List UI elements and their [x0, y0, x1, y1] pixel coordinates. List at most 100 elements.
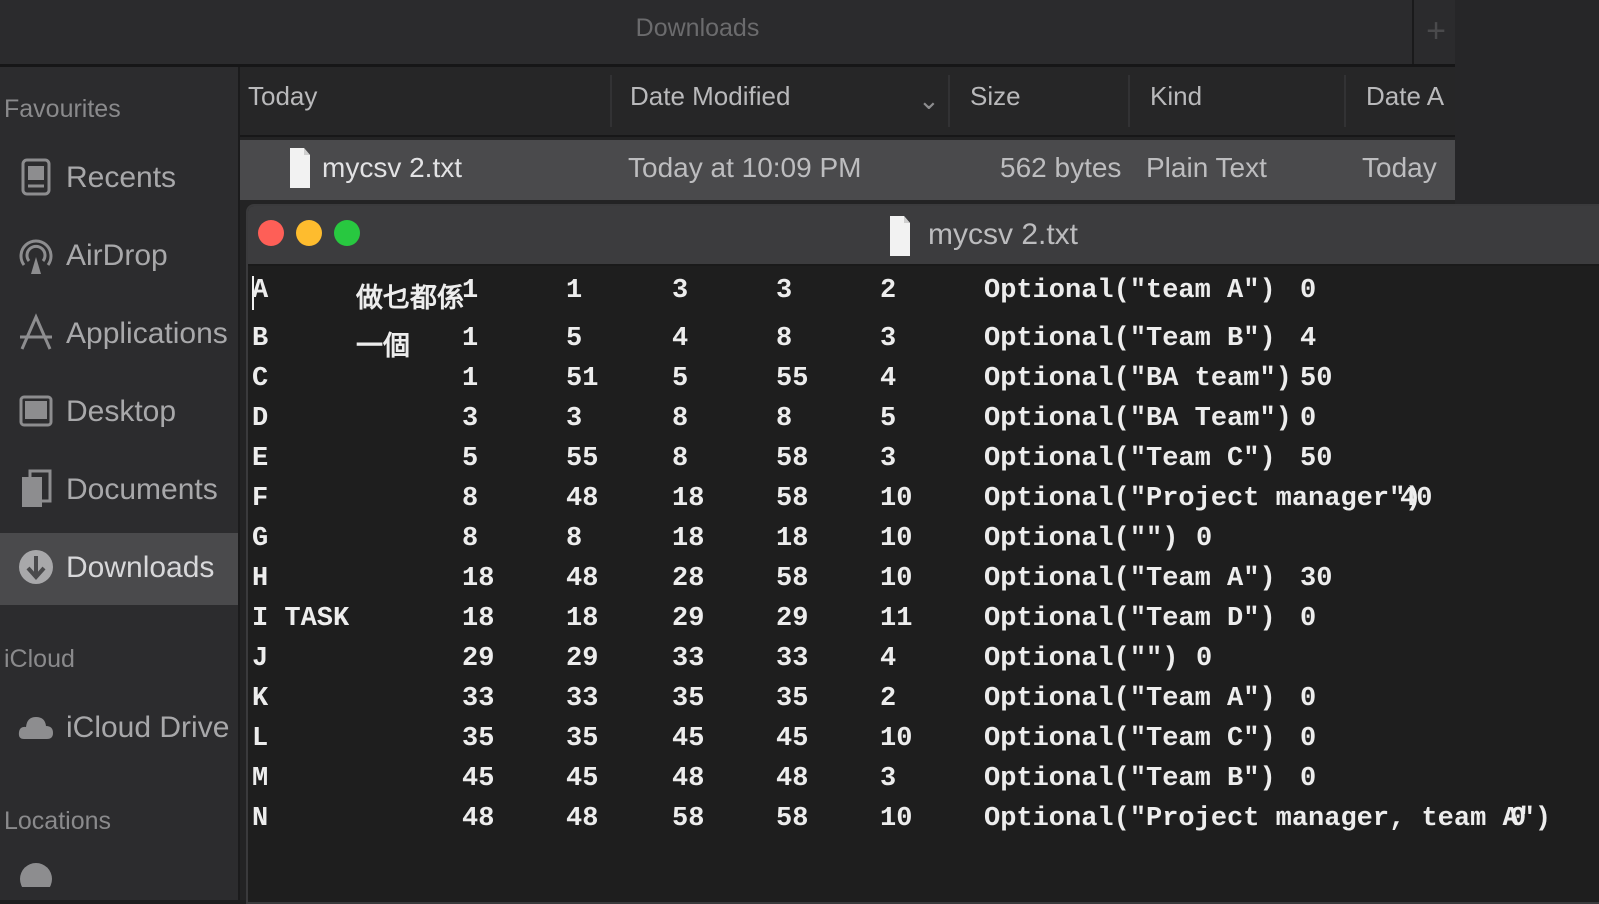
- column-divider[interactable]: [1128, 75, 1130, 127]
- file-row[interactable]: mycsv 2.txt Today at 10:09 PM 562 bytes …: [240, 140, 1455, 200]
- optional-value: Optional("Team A"): [984, 684, 1276, 714]
- cell-value: 35: [776, 684, 809, 714]
- optional-value: Optional("Team A"): [984, 564, 1276, 594]
- cell-value: 3: [880, 324, 897, 354]
- file-date-added: Today: [1362, 152, 1437, 183]
- finder-titlebar: Downloads +: [0, 0, 1455, 67]
- cell-value: 0: [1196, 524, 1213, 554]
- optional-value: Optional(""): [984, 644, 1179, 674]
- cell-value: 55: [776, 364, 809, 394]
- airdrop-icon: [19, 239, 53, 274]
- column-divider[interactable]: [1344, 75, 1346, 127]
- sidebar-heading-favourites: Favourites: [4, 95, 121, 123]
- cell-value: 3: [880, 444, 897, 474]
- cell-value: 做乜都係: [356, 286, 464, 316]
- cell-value: 35: [566, 724, 599, 754]
- cell-value: 35: [462, 724, 495, 754]
- cell-value: 48: [566, 484, 599, 514]
- zoom-button[interactable]: [334, 220, 360, 246]
- cell-value: 48: [776, 764, 809, 794]
- optional-value: Optional("Team C"): [984, 444, 1276, 474]
- optional-value: Optional("Team B"): [984, 324, 1276, 354]
- cell-value: 33: [566, 684, 599, 714]
- cell-value: 10: [880, 484, 913, 514]
- optional-value: Optional("BA team"): [984, 364, 1292, 394]
- sidebar-item-desktop[interactable]: Desktop: [0, 377, 238, 449]
- cell-value: 55: [566, 444, 599, 474]
- column-header-date-added[interactable]: Date A: [1366, 81, 1444, 112]
- row-label: A: [252, 276, 269, 306]
- editor-titlebar: mycsv 2.txt: [248, 206, 1599, 266]
- cell-value: 40: [1400, 484, 1433, 514]
- cell-value: 1: [566, 276, 583, 306]
- sidebar: Favourites Recents AirDrop Applications: [0, 67, 240, 900]
- computer-icon: [20, 863, 52, 887]
- sidebar-item-documents[interactable]: Documents: [0, 455, 238, 527]
- cell-value: 5: [672, 364, 689, 394]
- sidebar-item-label: Desktop: [66, 395, 177, 428]
- sidebar-item-label: Recents: [66, 161, 177, 194]
- cell-value: 0: [1300, 276, 1317, 306]
- cell-value: 1: [462, 276, 479, 306]
- sidebar-item-airdrop[interactable]: AirDrop: [0, 221, 238, 293]
- sidebar-item-downloads[interactable]: Downloads: [0, 533, 238, 605]
- downloads-icon: [19, 550, 53, 584]
- cell-value: 10: [880, 724, 913, 754]
- row-label: D: [252, 404, 269, 434]
- column-header-date-modified[interactable]: Date Modified: [630, 81, 790, 112]
- sidebar-heading-locations: Locations: [4, 807, 112, 835]
- row-label: C: [252, 364, 269, 394]
- sidebar-item-recents[interactable]: Recents: [0, 143, 238, 215]
- file-size: 562 bytes: [1000, 152, 1122, 183]
- column-divider[interactable]: [948, 75, 950, 127]
- cell-value: 5: [566, 324, 583, 354]
- cell-value: 29: [672, 604, 705, 634]
- sidebar-item-icloud-drive[interactable]: iCloud Drive: [0, 693, 238, 765]
- cell-value: 48: [462, 804, 495, 834]
- minimize-button[interactable]: [296, 220, 322, 246]
- cell-value: 4: [672, 324, 689, 354]
- row-label: G: [252, 524, 269, 554]
- column-header-size[interactable]: Size: [970, 81, 1021, 112]
- chevron-down-icon[interactable]: ⌄: [918, 85, 940, 116]
- cell-value: 8: [672, 444, 689, 474]
- new-tab-button[interactable]: +: [1418, 6, 1454, 56]
- cell-value: 0: [1510, 804, 1527, 834]
- optional-value: Optional("team A"): [984, 276, 1276, 306]
- titlebar-divider: [1412, 0, 1414, 64]
- cell-value: 30: [1300, 564, 1333, 594]
- cell-value: 10: [880, 804, 913, 834]
- documents-icon: [22, 469, 52, 507]
- cell-value: 5: [462, 444, 479, 474]
- desktop-icon: [19, 395, 53, 427]
- close-button[interactable]: [258, 220, 284, 246]
- column-header-name[interactable]: Today: [248, 81, 317, 112]
- cell-value: 35: [672, 684, 705, 714]
- cell-value: 48: [566, 564, 599, 594]
- cell-value: 48: [672, 764, 705, 794]
- column-header-kind[interactable]: Kind: [1150, 81, 1202, 112]
- cell-value: 48: [566, 804, 599, 834]
- sidebar-item-applications[interactable]: Applications: [0, 299, 238, 371]
- cell-value: 18: [462, 604, 495, 634]
- cell-value: 18: [462, 564, 495, 594]
- cell-value: 0: [1300, 404, 1317, 434]
- cell-value: 4: [1300, 324, 1317, 354]
- column-divider[interactable]: [610, 75, 612, 127]
- optional-value: Optional(""): [984, 524, 1179, 554]
- cell-value: 33: [672, 644, 705, 674]
- cell-value: 4: [880, 364, 897, 394]
- window-title: Downloads: [635, 14, 760, 42]
- cell-value: 8: [462, 524, 479, 554]
- cell-value: 29: [566, 644, 599, 674]
- cell-value: 3: [672, 276, 689, 306]
- cell-value: 1: [462, 364, 479, 394]
- cell-value: 18: [566, 604, 599, 634]
- cell-value: 50: [1300, 364, 1333, 394]
- cell-value: 58: [776, 804, 809, 834]
- file-date-modified: Today at 10:09 PM: [628, 152, 862, 183]
- text-file-icon: [290, 148, 310, 188]
- text-content[interactable]: A 做乜都係 1 1 3 3 2 Optional("team A") 0 B 一個 1 5 4 8 3 Opt…: [248, 266, 1599, 902]
- cell-value: 45: [776, 724, 809, 754]
- cell-value: 8: [672, 404, 689, 434]
